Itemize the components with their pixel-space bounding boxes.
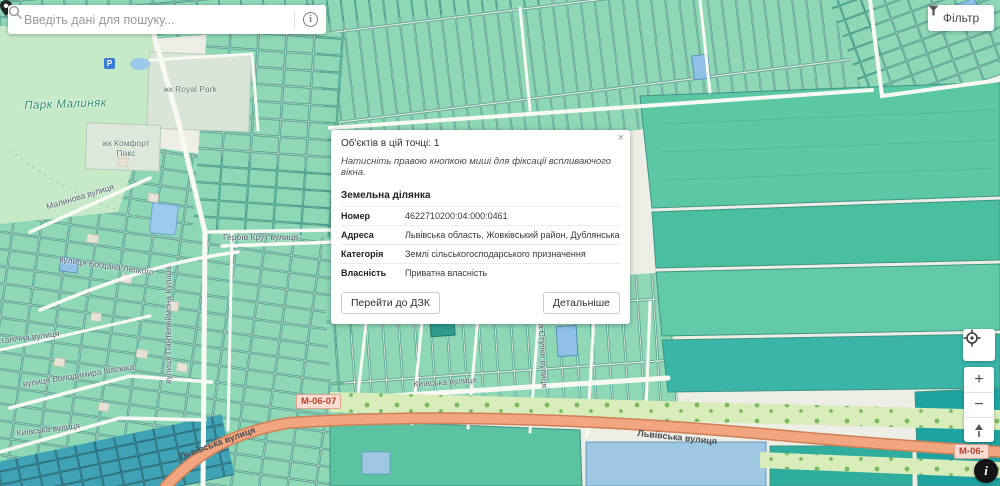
details-button[interactable]: Детальніше bbox=[542, 292, 620, 314]
filter-button-label: Фільтр bbox=[942, 11, 980, 25]
locate-button[interactable] bbox=[963, 329, 995, 361]
goto-dzk-button[interactable]: Перейти до ДЗК bbox=[341, 292, 440, 314]
field-value: Землі сільськогосподарського призначення bbox=[405, 249, 586, 259]
filter-button[interactable]: Фільтр bbox=[928, 5, 994, 31]
field-row-address: Адреса Львівська область, Жовківський ра… bbox=[341, 225, 620, 244]
zoom-out-button[interactable]: − bbox=[964, 392, 994, 417]
search-info-icon[interactable]: i bbox=[303, 12, 318, 27]
field-label: Номер bbox=[341, 211, 371, 221]
field-label: Адреса bbox=[341, 230, 374, 240]
close-icon[interactable]: × bbox=[618, 133, 624, 144]
field-row-number: Номер 4622710200:04:000:0461 bbox=[341, 206, 620, 225]
zoom-in-button[interactable]: + bbox=[964, 367, 994, 392]
search-divider bbox=[294, 10, 295, 29]
zoom-slider-button[interactable] bbox=[964, 417, 994, 442]
crosshair-target-icon bbox=[963, 329, 981, 347]
popup-actions: Перейти до ДЗК Детальніше bbox=[341, 292, 620, 314]
field-value: Приватна власність bbox=[405, 268, 488, 278]
funnel-icon bbox=[928, 5, 939, 16]
field-row-ownership: Власність Приватна власність bbox=[341, 263, 620, 282]
field-label: Власність bbox=[341, 268, 387, 278]
search-bar: i bbox=[8, 5, 326, 34]
search-icon[interactable] bbox=[8, 5, 22, 19]
field-value: Львівська область, Жовківський район, Ду… bbox=[405, 230, 620, 240]
zoom-control: + − bbox=[964, 367, 994, 442]
slider-handle-icon bbox=[975, 423, 983, 437]
field-label: Категорія bbox=[341, 249, 384, 259]
parking-icon: P bbox=[104, 58, 115, 69]
popup-header: Об'єктів в цій точці: 1 bbox=[341, 138, 440, 149]
field-value: 4622710200:04:000:0461 bbox=[405, 211, 508, 221]
popup-section-title: Земельна ділянка bbox=[341, 190, 431, 201]
field-row-category: Категорія Землі сільськогосподарського п… bbox=[341, 244, 620, 263]
popup-hint: Натисніть правою кнопкою миші для фіксац… bbox=[341, 156, 612, 178]
map-application: Парк Малиняк жк Royal Park жк Комфорт Пакс… bbox=[0, 0, 1000, 486]
attribution-info-button[interactable]: i bbox=[974, 459, 998, 483]
search-input[interactable] bbox=[24, 12, 286, 27]
object-info-popup: × Об'єктів в цій точці: 1 Натисніть прав… bbox=[331, 130, 630, 324]
